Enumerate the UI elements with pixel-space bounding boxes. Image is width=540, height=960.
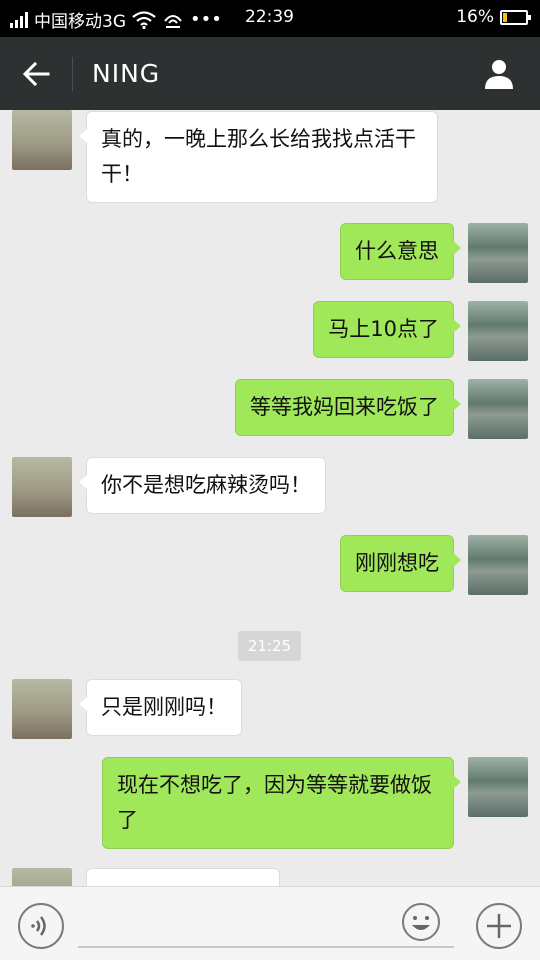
message-row: 只是刚刚吗！: [0, 678, 540, 740]
chat-title: NING: [92, 59, 161, 88]
hotspot-icon: [164, 14, 182, 28]
incoming-bubble[interactable]: [86, 868, 280, 886]
more-icon: •••: [190, 9, 222, 30]
plus-icon[interactable]: [476, 903, 522, 949]
my-avatar[interactable]: [468, 223, 528, 283]
status-bar: 中国移动3G ••• 22:39 16%: [0, 0, 540, 37]
message-row: 等等我妈回来吃饭了: [0, 378, 540, 440]
message-input[interactable]: [78, 946, 454, 948]
my-avatar[interactable]: [468, 757, 528, 817]
clock: 22:39: [245, 7, 294, 27]
carrier-label: 中国移动3G: [34, 12, 126, 32]
outgoing-bubble[interactable]: 马上10点了: [313, 301, 461, 358]
message-row: 刚刚想吃: [0, 534, 540, 596]
outgoing-bubble[interactable]: 现在不想吃了，因为等等就要做饭了: [102, 757, 461, 849]
input-bar: [0, 886, 540, 960]
message-row-partial: [0, 868, 540, 886]
message-row: 什么意思: [0, 222, 540, 284]
header-divider: [72, 57, 73, 91]
battery-icon: [500, 9, 531, 25]
back-arrow-icon[interactable]: [20, 57, 54, 91]
chat-header: NING: [0, 37, 540, 110]
person-icon[interactable]: [482, 57, 516, 91]
outgoing-bubble[interactable]: 刚刚想吃: [340, 535, 461, 592]
chat-area[interactable]: 真的，一晚上那么长给我找点活干干！ 什么意思 马上10点了 等等我妈回来吃饭了 …: [0, 110, 540, 886]
contact-avatar[interactable]: [12, 868, 72, 886]
timestamp-divider: 21:25: [238, 631, 301, 661]
voice-icon[interactable]: [18, 903, 64, 949]
incoming-bubble[interactable]: 你不是想吃麻辣烫吗！: [79, 457, 326, 514]
battery-percent: 16%: [456, 7, 494, 27]
my-avatar[interactable]: [468, 379, 528, 439]
outgoing-bubble[interactable]: 什么意思: [340, 223, 461, 280]
message-row: 马上10点了: [0, 300, 540, 362]
message-row: 真的，一晚上那么长给我找点活干干！: [0, 110, 540, 210]
signal-icon: [10, 11, 28, 28]
message-row: 你不是想吃麻辣烫吗！: [0, 456, 540, 518]
my-avatar[interactable]: [468, 535, 528, 595]
contact-avatar[interactable]: [12, 679, 72, 739]
incoming-bubble[interactable]: 真的，一晚上那么长给我找点活干干！: [79, 111, 438, 203]
message-row: 现在不想吃了，因为等等就要做饭了: [0, 756, 540, 856]
contact-avatar[interactable]: [12, 457, 72, 517]
wifi-icon: [132, 10, 156, 29]
contact-avatar[interactable]: [12, 110, 72, 170]
my-avatar[interactable]: [468, 301, 528, 361]
incoming-bubble[interactable]: 只是刚刚吗！: [79, 679, 242, 736]
outgoing-bubble[interactable]: 等等我妈回来吃饭了: [235, 379, 461, 436]
smiley-icon[interactable]: [402, 903, 440, 941]
